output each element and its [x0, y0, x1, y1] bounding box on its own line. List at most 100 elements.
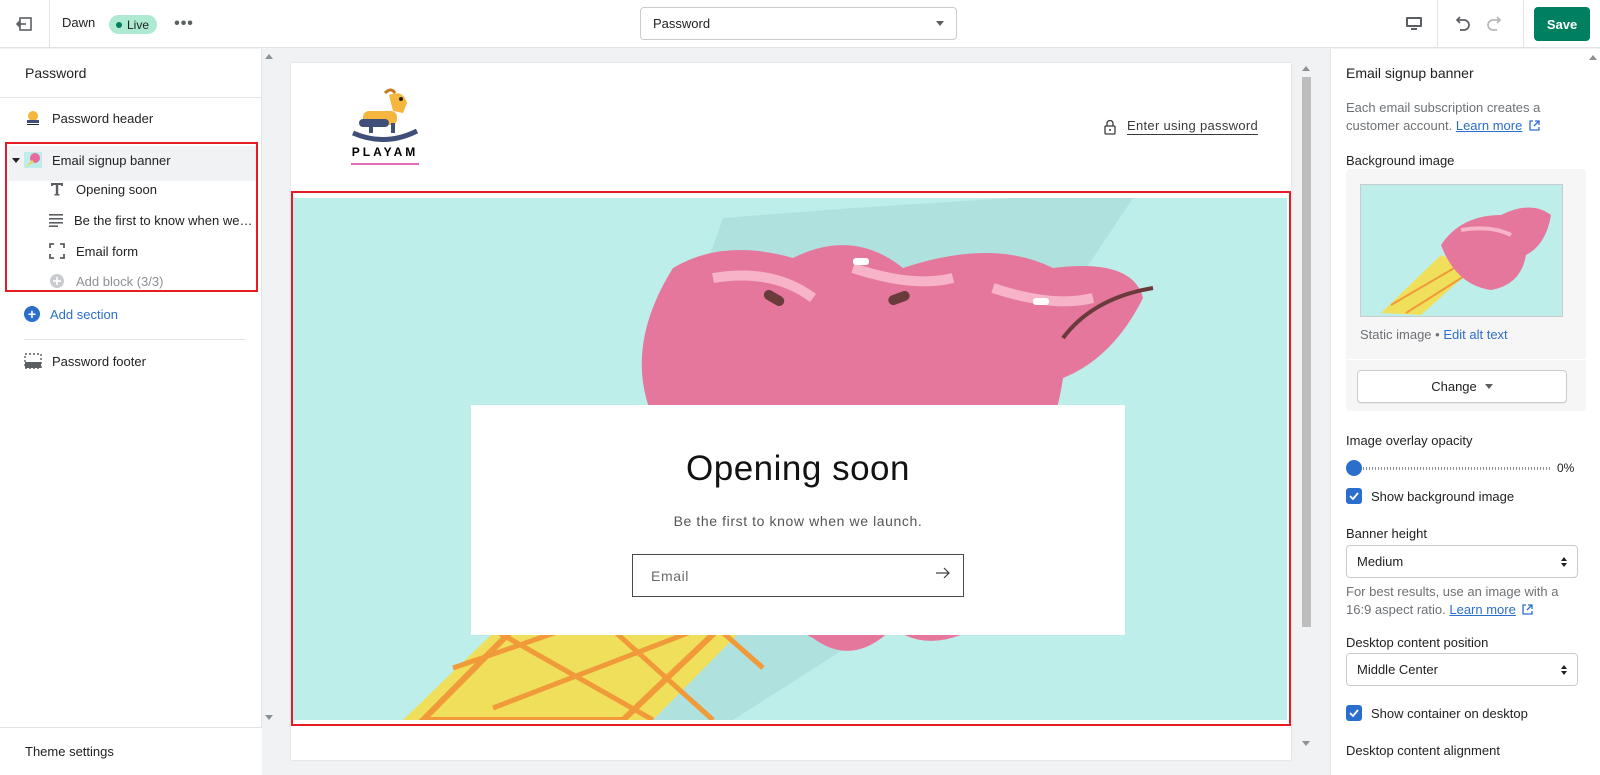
- banner-height-label: Banner height: [1346, 526, 1427, 541]
- checkbox-label: Show container on desktop: [1371, 705, 1528, 721]
- store-preview: PLAYAM Enter using password Opening soon…: [291, 63, 1291, 760]
- select-value: Medium: [1357, 554, 1404, 569]
- checkbox-checked-icon[interactable]: [1346, 488, 1362, 504]
- scroll-up-arrow-icon[interactable]: [265, 54, 273, 59]
- learn-more-link[interactable]: Learn more: [1449, 602, 1515, 617]
- image-meta: Static image • Edit alt text: [1360, 327, 1508, 342]
- block-opening-soon[interactable]: Opening soon: [48, 176, 253, 202]
- image-card-divider: [1346, 359, 1586, 360]
- add-section-label: Add section: [50, 306, 118, 322]
- lock-icon: [1104, 119, 1116, 135]
- block-label: Be the first to know when we launch.: [74, 212, 253, 228]
- sidebar-scrollbar[interactable]: [262, 49, 276, 725]
- undo-icon: [1455, 16, 1470, 31]
- section-password-footer[interactable]: Password footer: [24, 347, 146, 375]
- change-image-button[interactable]: Change: [1357, 370, 1567, 403]
- block-label: Opening soon: [76, 181, 157, 197]
- exit-button[interactable]: [0, 0, 50, 48]
- redo-button[interactable]: [1481, 11, 1509, 37]
- exit-icon: [15, 17, 32, 31]
- select-arrows-icon: [1561, 664, 1567, 675]
- form-icon: [48, 242, 66, 260]
- desktop-icon: [1406, 17, 1422, 30]
- theme-name: Dawn: [62, 15, 96, 30]
- external-link-icon: [1529, 120, 1540, 131]
- section-email-signup-banner[interactable]: Email signup banner: [24, 146, 171, 174]
- edit-alt-text-link[interactable]: Edit alt text: [1443, 327, 1507, 342]
- select-value: Middle Center: [1357, 662, 1438, 677]
- desktop-content-position-label: Desktop content position: [1346, 635, 1489, 650]
- sidebar-divider: [0, 97, 262, 98]
- background-image-thumbnail[interactable]: [1360, 184, 1563, 317]
- meta-separator: •: [1435, 327, 1440, 342]
- expand-caret-icon[interactable]: [12, 158, 20, 163]
- add-block-button[interactable]: Add block (3/3): [48, 268, 253, 294]
- sections-sidebar: Password Password header Email signup ba…: [0, 49, 262, 775]
- scroll-down-arrow-icon[interactable]: [265, 715, 273, 720]
- chevron-down-icon: [936, 21, 944, 26]
- section-label: Password header: [52, 110, 154, 126]
- more-actions-button[interactable]: •••: [172, 12, 196, 36]
- show-background-image-checkbox[interactable]: Show background image: [1346, 488, 1514, 504]
- desktop-content-position-select[interactable]: Middle Center: [1346, 653, 1578, 686]
- live-badge-label: Live: [127, 17, 150, 32]
- external-link-icon: [1522, 604, 1534, 615]
- overlay-opacity-slider[interactable]: 0%: [1346, 460, 1582, 476]
- settings-title: Email signup banner: [1346, 65, 1474, 81]
- checkbox-label: Show background image: [1371, 488, 1515, 504]
- topbar-divider: [1523, 0, 1524, 48]
- background-image-label: Background image: [1346, 153, 1455, 168]
- page-selector[interactable]: Password: [640, 7, 957, 40]
- scroll-up-arrow-icon[interactable]: [1589, 55, 1597, 60]
- settings-description: Each email subscription creates a custom…: [1346, 99, 1556, 135]
- block-email-form[interactable]: Email form: [48, 238, 253, 264]
- banner-height-help: For best results, use an image with a 16…: [1346, 583, 1571, 619]
- header-logo-icon: [24, 109, 42, 127]
- desktop-preview-button[interactable]: [1400, 11, 1428, 37]
- slider-track[interactable]: [1354, 467, 1550, 470]
- block-subheading[interactable]: Be the first to know when we launch.: [48, 207, 253, 233]
- undo-button[interactable]: [1448, 11, 1476, 37]
- page-selector-value: Password: [653, 16, 711, 31]
- save-button[interactable]: Save: [1534, 7, 1590, 41]
- scroll-up-arrow-icon[interactable]: [1302, 66, 1310, 71]
- redo-icon: [1487, 16, 1502, 31]
- theme-settings-label: Theme settings: [25, 744, 114, 759]
- settings-scrollbar[interactable]: [1586, 49, 1600, 775]
- theme-settings-button[interactable]: Theme settings: [0, 727, 262, 775]
- scrollbar-thumb[interactable]: [1302, 77, 1311, 627]
- scroll-down-arrow-icon[interactable]: [1302, 741, 1310, 746]
- add-circle-icon: [48, 272, 66, 290]
- more-horizontal-icon: •••: [174, 15, 194, 32]
- desktop-content-alignment-label: Desktop content alignment: [1346, 743, 1500, 758]
- enter-password-link[interactable]: Enter using password: [1103, 118, 1259, 135]
- slider-handle[interactable]: [1346, 460, 1362, 476]
- store-logo[interactable]: PLAYAM: [345, 85, 425, 167]
- top-bar: Dawn Live ••• Password Save: [0, 0, 1600, 48]
- banner-image-icon: [24, 151, 42, 169]
- preview-scrollbar[interactable]: [1300, 63, 1312, 760]
- ice-cream-thumbnail-image: [1361, 185, 1562, 316]
- add-block-label: Add block (3/3): [76, 273, 164, 289]
- learn-more-link[interactable]: Learn more: [1456, 118, 1522, 133]
- sidebar-title: Password: [25, 65, 87, 81]
- checkbox-checked-icon[interactable]: [1346, 705, 1362, 721]
- paragraph-icon: [48, 211, 64, 229]
- rocking-horse-logo-icon: [351, 88, 419, 143]
- add-section-button[interactable]: + Add section: [24, 302, 118, 326]
- live-status-badge: Live: [109, 15, 158, 34]
- footer-icon: [24, 352, 42, 370]
- logo-text: PLAYAM: [351, 145, 419, 159]
- section-password-header[interactable]: Password header: [24, 104, 153, 132]
- show-container-checkbox[interactable]: Show container on desktop: [1346, 705, 1528, 721]
- selected-section-outline: [291, 191, 1291, 726]
- static-image-label: Static image: [1360, 327, 1432, 342]
- section-label: Password footer: [52, 353, 146, 369]
- sidebar-divider: [24, 339, 246, 340]
- background-image-picker: Static image • Edit alt text Change: [1346, 169, 1586, 411]
- add-circle-icon: +: [24, 306, 40, 322]
- overlay-opacity-label: Image overlay opacity: [1346, 433, 1473, 448]
- enter-password-label: Enter using password: [1127, 118, 1259, 135]
- banner-height-select[interactable]: Medium: [1346, 545, 1578, 578]
- change-label: Change: [1431, 379, 1477, 394]
